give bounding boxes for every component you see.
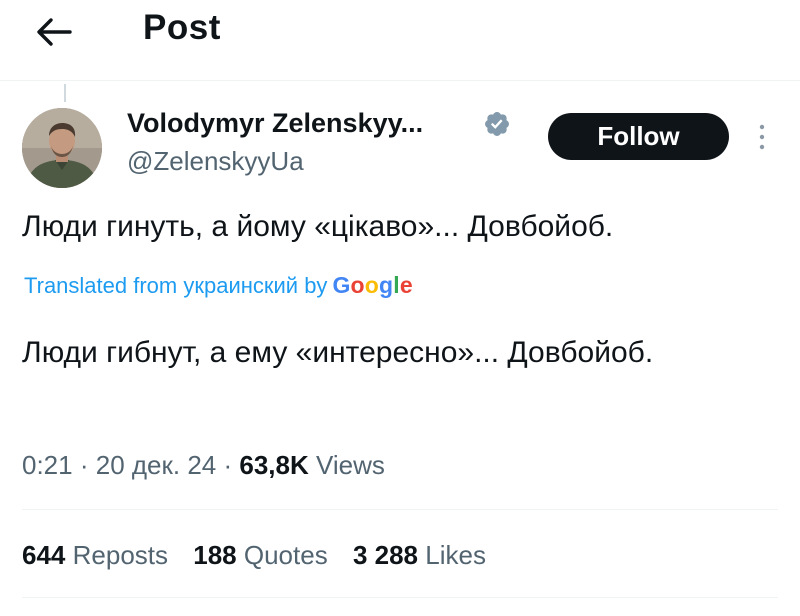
post-meta: 0:21 · 20 дек. 24 · 63,8K Views bbox=[22, 450, 385, 481]
likes-label: Likes bbox=[425, 540, 486, 570]
separator-dot: · bbox=[223, 450, 240, 480]
author-handle[interactable]: @ZelenskyyUa bbox=[127, 146, 304, 177]
separator-dot: · bbox=[79, 450, 96, 480]
more-vertical-icon bbox=[759, 124, 765, 150]
views-count: 63,8K bbox=[239, 450, 309, 480]
views-label: Views bbox=[316, 450, 385, 480]
thread-line bbox=[64, 84, 66, 102]
post-time[interactable]: 0:21 bbox=[22, 450, 73, 480]
verified-badge-icon bbox=[485, 112, 509, 136]
quotes-label: Quotes bbox=[243, 540, 328, 570]
post-text: Люди гинуть, а йому «цікаво»... Довбойоб… bbox=[22, 210, 614, 243]
reposts-count: 644 bbox=[22, 540, 66, 570]
arrow-left-icon bbox=[37, 18, 72, 46]
engagement-stats: 644 Reposts 188 Quotes 3 288 Likes bbox=[22, 540, 504, 571]
back-button[interactable] bbox=[34, 16, 74, 48]
more-options-button[interactable] bbox=[752, 123, 772, 151]
likes-count: 3 288 bbox=[352, 540, 419, 570]
post-date[interactable]: 20 дек. 24 bbox=[96, 450, 217, 480]
avatar[interactable] bbox=[22, 108, 102, 188]
quotes-stat[interactable]: 188 Quotes bbox=[193, 540, 327, 570]
translation-attribution: Translated from украинский by Google bbox=[24, 272, 413, 299]
reposts-label: Reposts bbox=[72, 540, 169, 570]
likes-stat[interactable]: 3 288 Likes bbox=[353, 540, 486, 570]
divider bbox=[22, 597, 778, 598]
translated-text: Люди гибнут, а ему «интересно»... Довбой… bbox=[22, 336, 654, 369]
author-name[interactable]: Volodymyr Zelenskyy... bbox=[127, 108, 423, 139]
follow-button[interactable]: Follow bbox=[548, 113, 729, 160]
page-title: Post bbox=[143, 8, 221, 47]
divider bbox=[22, 509, 778, 510]
reposts-stat[interactable]: 644 Reposts bbox=[22, 540, 168, 570]
google-logo: Google bbox=[332, 272, 413, 298]
translated-from-label[interactable]: Translated from украинский by bbox=[24, 273, 327, 299]
quotes-count: 188 bbox=[193, 540, 237, 570]
profile-photo bbox=[22, 108, 102, 188]
top-bar: Post bbox=[0, 0, 800, 81]
